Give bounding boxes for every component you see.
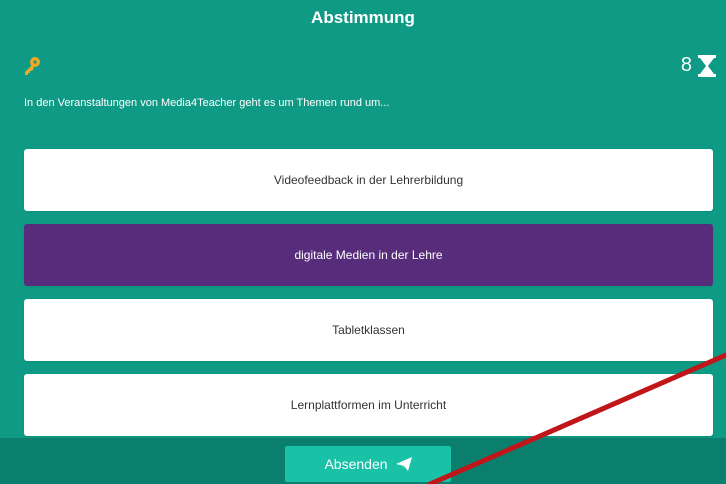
question-text: In den Veranstaltungen von Media4Teacher… [24,97,390,109]
paper-plane-icon [395,457,412,471]
answer-label: Videofeedback in der Lehrerbildung [273,173,464,187]
answer-option-4[interactable]: Lernplattformen im Unterricht [24,374,713,436]
hourglass-icon [698,54,716,77]
answer-option-3[interactable]: Tabletklassen [24,299,713,361]
submit-button[interactable]: Absenden [285,446,451,482]
submit-label: Absenden [324,456,388,472]
answer-label: Tabletklassen [332,323,405,337]
key-icon [25,57,40,75]
answer-option-1[interactable]: Videofeedback in der Lehrerbildung [24,149,713,211]
answer-option-2[interactable]: digitale Medien in der Lehre [24,224,713,286]
timer-value: 8 [680,54,692,76]
page-title: Abstimmung [311,8,415,27]
timer: 8 [681,54,716,77]
answer-label: digitale Medien in der Lehre [294,248,443,262]
answer-label: Lernplattformen im Unterricht [290,398,447,412]
